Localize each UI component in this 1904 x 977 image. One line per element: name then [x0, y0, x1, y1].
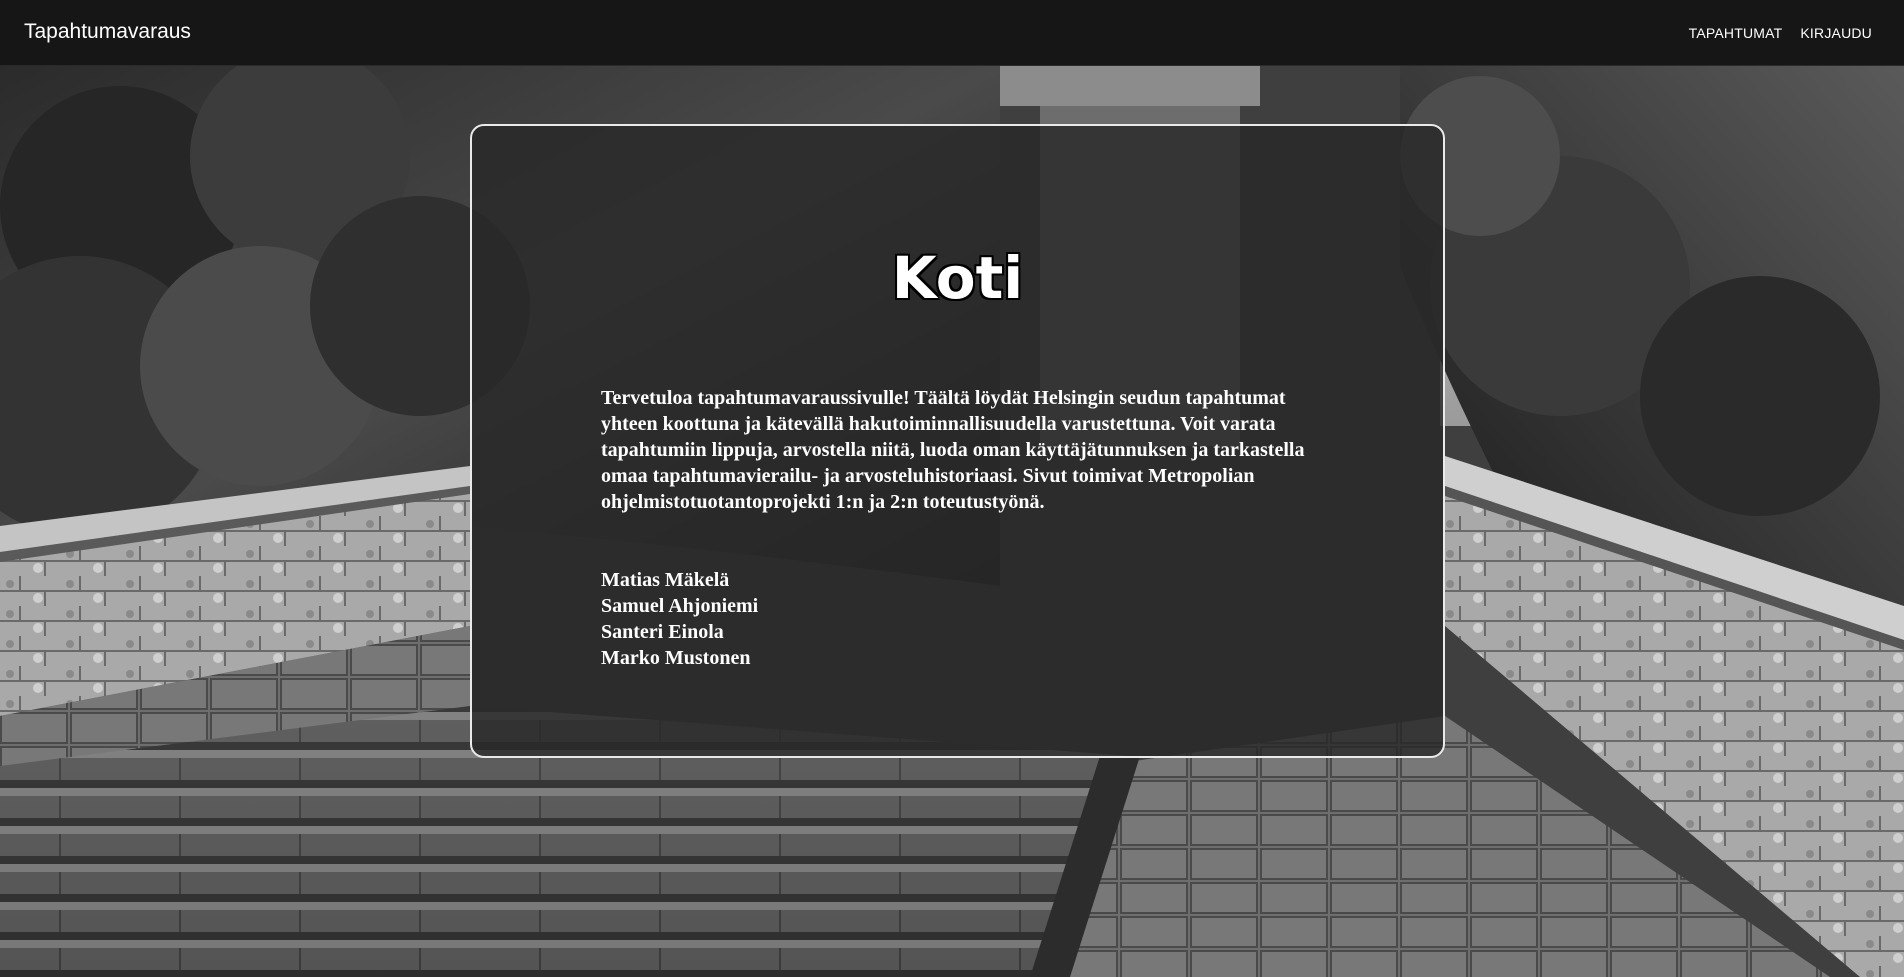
home-content-card: Koti Tervetuloa tapahtumavaraussivulle! …: [470, 124, 1445, 758]
author-name: Santeri Einola: [601, 621, 724, 643]
page: Tapahtumavaraus TAPAHTUMAT KIRJAUDU Koti…: [0, 0, 1904, 977]
nav-link-tapahtumat[interactable]: TAPAHTUMAT: [1689, 25, 1783, 41]
nav-menu: TAPAHTUMAT KIRJAUDU: [1689, 25, 1872, 41]
author-name: Samuel Ahjoniemi: [601, 595, 759, 617]
page-title: Koti: [891, 244, 1024, 312]
brand-link[interactable]: Tapahtumavaraus: [24, 20, 191, 44]
top-navbar: Tapahtumavaraus TAPAHTUMAT KIRJAUDU: [0, 0, 1904, 66]
nav-link-kirjaudu[interactable]: KIRJAUDU: [1800, 25, 1872, 41]
intro-paragraph: Tervetuloa tapahtumavaraussivulle! Täält…: [601, 387, 1305, 513]
authors-list: Matias Mäkelä Samuel Ahjoniemi Santeri E…: [601, 567, 758, 671]
author-name: Marko Mustonen: [601, 647, 751, 669]
author-name: Matias Mäkelä: [601, 569, 730, 591]
